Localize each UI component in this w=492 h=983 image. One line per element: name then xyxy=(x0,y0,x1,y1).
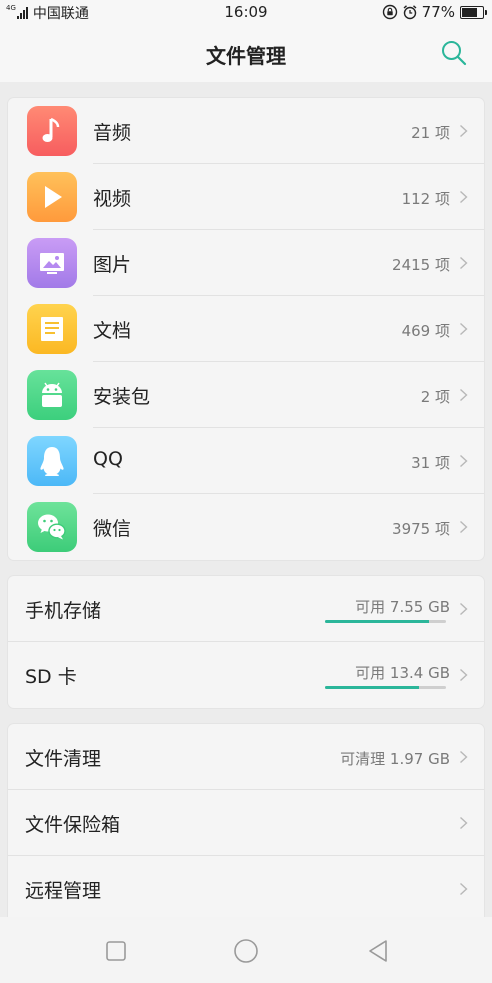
home-icon[interactable] xyxy=(232,937,260,965)
picture-icon xyxy=(27,238,77,288)
page-title: 文件管理 xyxy=(206,44,286,68)
category-label: 音频 xyxy=(93,122,132,144)
chevron-right-icon xyxy=(460,602,468,616)
category-label: QQ xyxy=(93,448,123,470)
storage-item-sd-card[interactable]: SD 卡 可用 13.4 GB xyxy=(8,642,484,708)
category-item-packages[interactable]: 安装包 2 项 xyxy=(8,362,484,428)
category-count: 469 项 xyxy=(401,322,450,340)
chevron-right-icon xyxy=(460,322,468,336)
system-nav-bar xyxy=(0,917,492,983)
search-icon[interactable] xyxy=(440,39,468,67)
storage-progress-bar xyxy=(325,620,446,623)
chevron-right-icon xyxy=(460,520,468,534)
category-item-documents[interactable]: 文档 469 项 xyxy=(8,296,484,362)
storage-progress-bar xyxy=(325,686,446,689)
battery-percent: 77% xyxy=(421,3,455,21)
android-icon xyxy=(27,370,77,420)
storage-progress-fill xyxy=(325,686,420,689)
category-count: 31 项 xyxy=(411,454,450,472)
recent-apps-icon[interactable] xyxy=(102,937,130,965)
chevron-right-icon xyxy=(460,816,468,830)
tool-label: 文件保险箱 xyxy=(25,814,121,836)
cleanup-size: 可清理 1.97 GB xyxy=(340,750,450,768)
storage-label: SD 卡 xyxy=(25,666,77,688)
chevron-right-icon xyxy=(460,190,468,204)
tools-list: 文件清理 可清理 1.97 GB 文件保险箱 远程管理 xyxy=(8,724,484,924)
category-label: 安装包 xyxy=(93,386,151,408)
category-item-audio[interactable]: 音频 21 项 xyxy=(8,98,484,164)
qq-penguin-icon xyxy=(27,436,77,486)
back-icon[interactable] xyxy=(364,937,392,965)
storage-list: 手机存储 可用 7.55 GB SD 卡 可用 13.4 GB xyxy=(8,576,484,708)
chevron-right-icon xyxy=(460,388,468,402)
category-label: 图片 xyxy=(93,254,132,276)
category-count: 3975 项 xyxy=(392,520,450,538)
category-count: 112 项 xyxy=(401,190,450,208)
alarm-icon xyxy=(403,5,417,20)
music-note-icon xyxy=(27,106,77,156)
chevron-right-icon xyxy=(460,454,468,468)
battery-level xyxy=(462,7,478,17)
tool-item-remote-management[interactable]: 远程管理 xyxy=(8,856,484,922)
chevron-right-icon xyxy=(460,882,468,896)
storage-label: 手机存储 xyxy=(25,600,102,622)
status-right: 77% xyxy=(382,3,487,21)
chevron-right-icon xyxy=(460,668,468,682)
storage-progress-fill xyxy=(325,620,430,623)
tool-label: 远程管理 xyxy=(25,880,102,902)
category-item-qq[interactable]: QQ 31 项 xyxy=(8,428,484,494)
storage-available: 可用 7.55 GB xyxy=(355,598,450,616)
tool-item-file-safe[interactable]: 文件保险箱 xyxy=(8,790,484,856)
document-icon xyxy=(27,304,77,354)
category-list: 音频 21 项 视频 112 项 图片 2415 项 文档 469 项 安装包 … xyxy=(8,98,484,560)
category-item-wechat[interactable]: 微信 3975 项 xyxy=(8,494,484,560)
status-bar: 4G 中国联通 16:09 77% xyxy=(0,0,492,24)
storage-available: 可用 13.4 GB xyxy=(355,664,450,682)
wechat-icon xyxy=(27,502,77,552)
tool-item-file-cleanup[interactable]: 文件清理 可清理 1.97 GB xyxy=(8,724,484,790)
category-label: 文档 xyxy=(93,320,132,342)
category-label: 视频 xyxy=(93,188,132,210)
category-label: 微信 xyxy=(93,518,132,540)
category-count: 2415 项 xyxy=(392,256,450,274)
app-header: 文件管理 xyxy=(0,24,492,82)
battery-icon xyxy=(460,5,487,19)
rotation-lock-icon xyxy=(382,4,397,20)
category-count: 2 项 xyxy=(420,388,450,406)
play-icon xyxy=(27,172,77,222)
category-item-pictures[interactable]: 图片 2415 项 xyxy=(8,230,484,296)
tool-label: 文件清理 xyxy=(25,748,102,770)
chevron-right-icon xyxy=(460,750,468,764)
chevron-right-icon xyxy=(460,256,468,270)
category-count: 21 项 xyxy=(411,124,450,142)
storage-item-phone[interactable]: 手机存储 可用 7.55 GB xyxy=(8,576,484,642)
chevron-right-icon xyxy=(460,124,468,138)
category-item-video[interactable]: 视频 112 项 xyxy=(8,164,484,230)
